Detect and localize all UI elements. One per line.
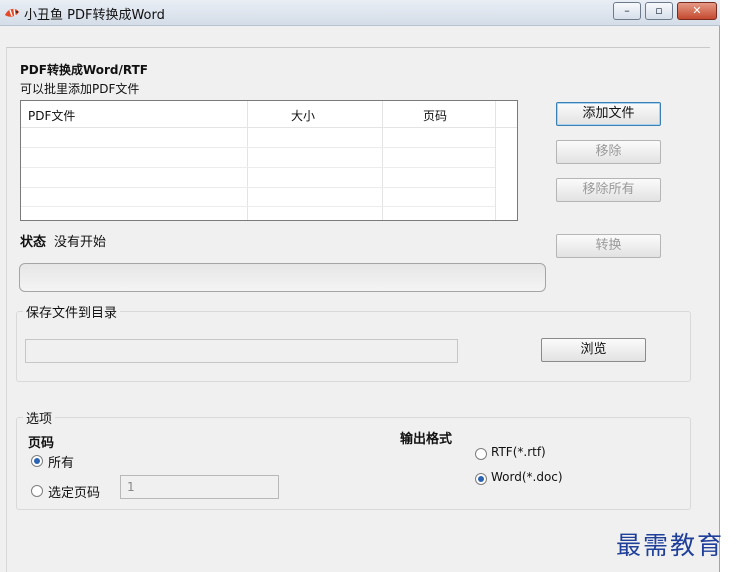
pages-heading: 页码 (28, 436, 55, 451)
rtf-radio[interactable] (475, 448, 487, 460)
window-title: 小丑鱼 PDF转换成Word (24, 8, 165, 23)
all-pages-label[interactable]: 所有 (48, 452, 74, 471)
remove-button[interactable]: 移除 (556, 140, 661, 164)
minimize-button[interactable]: – (613, 2, 641, 20)
word-radio[interactable] (475, 473, 487, 485)
selected-pages-label[interactable]: 选定页码 (48, 482, 100, 501)
remove-all-button[interactable]: 移除所有 (556, 178, 661, 202)
column-divider (382, 101, 383, 220)
row-divider (21, 147, 495, 148)
status-label: 状态 (20, 235, 47, 250)
file-list-header: PDF文件 大小 页码 (21, 101, 517, 128)
progress-bar (19, 263, 546, 292)
title-bar[interactable]: 小丑鱼 PDF转换成Word – ▫ ✕ (0, 0, 720, 26)
column-header-pdf-file[interactable]: PDF文件 (28, 107, 75, 124)
options-group-title: 选项 (23, 408, 56, 427)
row-divider (21, 167, 495, 168)
status-value: 没有开始 (54, 235, 107, 250)
clownfish-app-icon (5, 8, 19, 17)
output-format-heading: 输出格式 (400, 432, 453, 447)
page-range-input[interactable]: 1 (120, 475, 279, 499)
all-pages-radio[interactable] (31, 455, 43, 467)
maximize-icon: ▫ (655, 4, 663, 17)
close-button[interactable]: ✕ (677, 2, 717, 20)
row-divider (21, 206, 495, 207)
maximize-button[interactable]: ▫ (645, 2, 673, 20)
column-divider (247, 101, 248, 220)
file-list[interactable]: PDF文件 大小 页码 (20, 100, 518, 221)
minimize-icon: – (624, 4, 630, 17)
save-directory-field[interactable] (25, 339, 458, 363)
page-heading: PDF转换成Word/RTF (20, 63, 148, 77)
app-window: 小丑鱼 PDF转换成Word – ▫ ✕ PDF转换成Word/RTF 可以批里… (0, 0, 720, 572)
browse-button[interactable]: 浏览 (541, 338, 646, 362)
column-header-size[interactable]: 大小 (291, 107, 315, 124)
page-subheading: 可以批里添加PDF文件 (20, 82, 140, 96)
column-header-pages[interactable]: 页码 (423, 107, 447, 124)
save-directory-group-title: 保存文件到目录 (23, 302, 121, 321)
watermark-text: 最需教育 (616, 531, 725, 560)
options-group (16, 417, 691, 510)
column-divider (495, 101, 496, 220)
close-icon: ✕ (692, 4, 702, 17)
word-label[interactable]: Word(*.doc) (491, 470, 563, 484)
convert-button[interactable]: 转换 (556, 234, 661, 258)
rtf-label[interactable]: RTF(*.rtf) (491, 445, 546, 459)
selected-pages-radio[interactable] (31, 485, 43, 497)
row-divider (21, 187, 495, 188)
add-file-button[interactable]: 添加文件 (556, 102, 661, 126)
